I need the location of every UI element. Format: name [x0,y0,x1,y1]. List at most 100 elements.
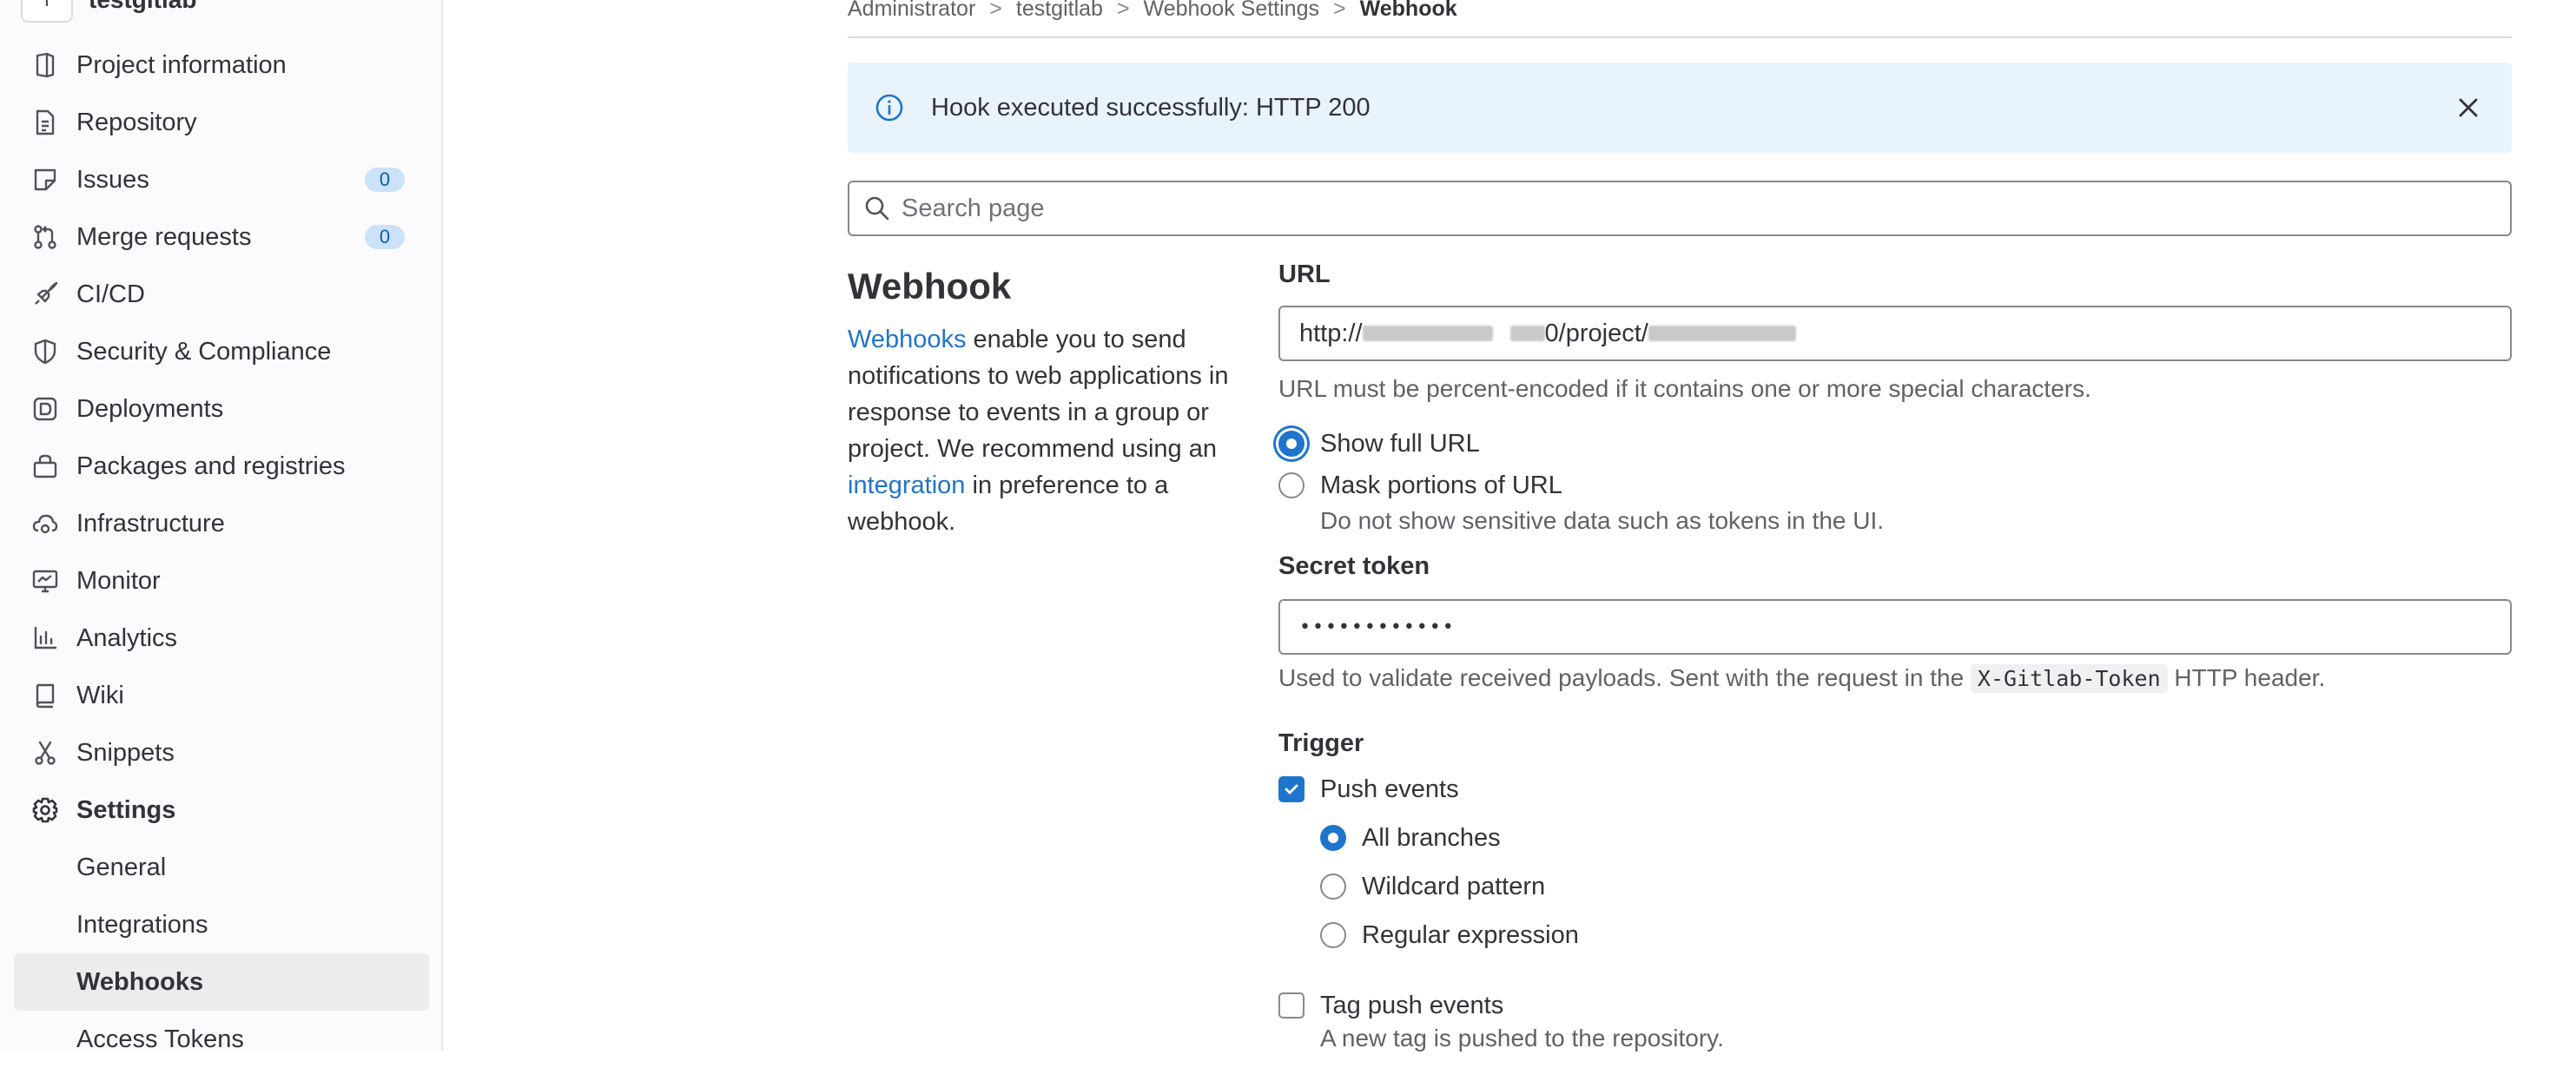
sidebar-subitem-webhooks[interactable]: Webhooks [14,953,429,1011]
monitor-icon [31,567,59,595]
breadcrumb-separator: > [1116,0,1130,21]
breadcrumb-item[interactable]: Webhook Settings [1144,0,1319,22]
sidebar-nav: Project information Repository Issues 0 … [14,36,429,1068]
rocket-icon [31,280,59,308]
show-full-url-label[interactable]: Show full URL [1320,430,1480,458]
regex-radio[interactable] [1320,922,1346,948]
mask-url-label[interactable]: Mask portions of URL [1320,471,1562,500]
project-header[interactable]: T testgitlab [21,0,196,23]
sidebar-item-label: CI/CD [76,280,145,308]
all-branches-option[interactable]: All branches [1320,821,1501,855]
page-title: Webhook [848,266,1012,307]
sidebar-item-label: Monitor [76,567,161,595]
tag-push-checkbox[interactable] [1278,992,1305,1019]
cloud-gear-icon [31,510,59,537]
main-content: Administrator > testgitlab > Webhook Set… [848,0,2512,1052]
checkmark-icon [1285,784,1298,794]
sidebar-subitem-access-tokens[interactable]: Access Tokens [14,1011,429,1068]
trigger-label: Trigger [1278,729,1364,757]
wildcard-radio[interactable] [1320,874,1346,900]
webhooks-docs-link[interactable]: Webhooks [848,326,967,353]
search-page-field[interactable] [848,181,2512,236]
project-name[interactable]: testgitlab [89,0,196,14]
sidebar-item-analytics[interactable]: Analytics [14,610,429,667]
book-icon [31,682,59,709]
sidebar: T testgitlab Project information Reposit… [0,0,443,1053]
breadcrumb: Administrator > testgitlab > Webhook Set… [848,0,2512,38]
breadcrumb-item[interactable]: testgitlab [1016,0,1103,22]
integration-link[interactable]: integration [848,471,965,499]
sidebar-item-repository[interactable]: Repository [14,94,429,151]
sidebar-item-merge-requests[interactable]: Merge requests 0 [14,208,429,266]
deployments-icon [31,395,59,423]
sidebar-subitem-integrations[interactable]: Integrations [14,896,429,953]
url-help-text: URL must be percent-encoded if it contai… [1278,375,2091,402]
merge-requests-count-badge: 0 [365,225,405,249]
secret-help-post: HTTP header. [2167,664,2326,691]
sidebar-subitem-label: Webhooks [76,968,204,996]
tag-push-label[interactable]: Tag push events [1320,992,1503,1020]
secret-token-label: Secret token [1278,552,1430,580]
all-branches-radio[interactable] [1320,825,1346,851]
close-icon[interactable] [2453,92,2484,123]
url-middle: 0/project/ [1544,319,1648,347]
mask-url-help: Do not show sensitive data such as token… [1320,507,1885,534]
breadcrumb-current[interactable]: Webhook [1360,0,1457,22]
push-events-label[interactable]: Push events [1320,775,1459,804]
sidebar-item-project-information[interactable]: Project information [14,36,429,94]
sidebar-subitem-general[interactable]: General [14,839,429,896]
issues-count-badge: 0 [365,168,405,192]
wildcard-option[interactable]: Wildcard pattern [1320,869,1545,904]
secret-token-field[interactable]: •••••••••••• [1278,599,2512,655]
sidebar-item-label: Infrastructure [76,510,225,537]
shield-icon [31,338,59,366]
sidebar-item-wiki[interactable]: Wiki [14,667,429,724]
section-description: Webhook Webhooks enable you to send noti… [848,259,1230,540]
push-events-checkbox[interactable] [1278,776,1305,802]
sidebar-item-label: Settings [76,796,176,824]
merge-request-icon [31,223,59,251]
url-prefix: http:// [1299,319,1363,347]
url-label: URL [1278,260,1331,288]
sidebar-item-label: Repository [76,109,197,136]
sidebar-item-label: Issues [76,166,149,194]
show-full-url-radio[interactable] [1278,431,1305,457]
redacted-port [1509,326,1545,341]
sidebar-subitem-label: Integrations [76,911,208,939]
alert-message: Hook executed successfully: HTTP 200 [931,93,1371,122]
sidebar-subitem-label: General [76,854,167,881]
sidebar-item-issues[interactable]: Issues 0 [14,151,429,208]
breadcrumb-separator: > [989,0,1002,21]
mask-url-radio[interactable] [1278,472,1305,498]
project-avatar[interactable]: T [21,0,73,23]
sidebar-item-infrastructure[interactable]: Infrastructure [14,495,429,552]
tag-push-option[interactable]: Tag push events [1278,988,1503,1023]
mask-url-option[interactable]: Mask portions of URL [1278,468,1562,503]
sidebar-item-security-compliance[interactable]: Security & Compliance [14,323,429,380]
regex-label[interactable]: Regular expression [1362,921,1579,950]
show-full-url-option[interactable]: Show full URL [1278,426,1480,461]
breadcrumb-item[interactable]: Administrator [848,0,975,22]
regex-option[interactable]: Regular expression [1320,918,1579,953]
sidebar-item-packages-registries[interactable]: Packages and registries [14,438,429,495]
url-field[interactable]: http:// 0/project/ [1278,306,2512,361]
section-desc-text: Webhooks enable you to send notification… [848,321,1230,540]
issues-icon [31,166,59,194]
sidebar-item-deployments[interactable]: Deployments [14,380,429,438]
breadcrumb-separator: > [1333,0,1346,21]
search-input[interactable] [900,193,2467,224]
push-events-option[interactable]: Push events [1278,772,1459,807]
secret-token-value: •••••••••••• [1299,616,1456,638]
sidebar-item-label: Wiki [76,682,124,709]
search-icon [863,194,891,222]
all-branches-label[interactable]: All branches [1362,824,1501,853]
sidebar-item-ci-cd[interactable]: CI/CD [14,266,429,323]
sidebar-item-label: Deployments [76,395,224,423]
sidebar-item-settings[interactable]: Settings [14,781,429,839]
chart-icon [31,624,59,652]
doc-icon [31,109,59,136]
success-alert: Hook executed successfully: HTTP 200 [848,63,2512,153]
wildcard-label[interactable]: Wildcard pattern [1362,873,1545,901]
sidebar-item-snippets[interactable]: Snippets [14,724,429,781]
sidebar-item-monitor[interactable]: Monitor [14,552,429,610]
